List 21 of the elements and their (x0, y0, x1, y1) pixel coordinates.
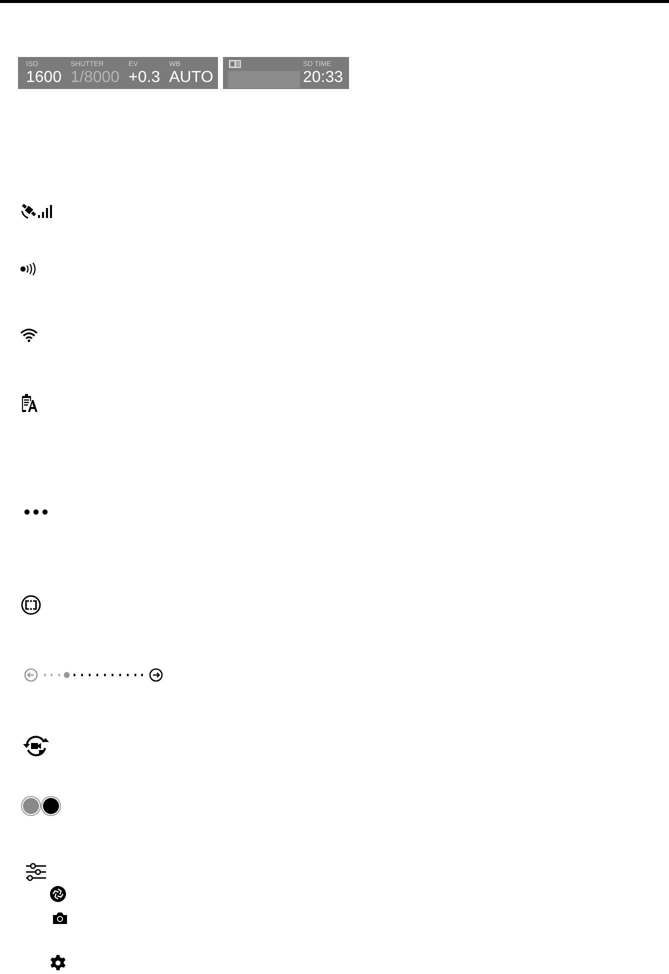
slider-thumb[interactable] (64, 672, 70, 678)
color-swatch[interactable] (43, 798, 59, 814)
more-icon[interactable] (24, 509, 48, 515)
readout-value: 20:33 (302, 69, 343, 87)
readout-value: 1/8000 (70, 69, 120, 87)
rotate-camera-icon[interactable] (23, 735, 49, 757)
broadcast-icon (20, 262, 36, 276)
readout-value: +0.3 (128, 69, 160, 87)
readout-value: 1600 (26, 69, 62, 87)
wifi-icon (20, 328, 38, 342)
frame-icon[interactable] (21, 595, 41, 615)
display-area (228, 71, 300, 88)
aperture-icon[interactable] (50, 886, 66, 902)
adjustments-icon[interactable] (26, 863, 46, 881)
satellite-signal-icon (20, 202, 54, 220)
id-card-icon (229, 60, 241, 68)
battery-icon (20, 393, 38, 413)
color-swatch[interactable] (23, 798, 39, 814)
camera-icon[interactable] (53, 912, 67, 924)
settings-icon[interactable] (50, 955, 66, 971)
readout-value: AUTO (169, 69, 214, 87)
